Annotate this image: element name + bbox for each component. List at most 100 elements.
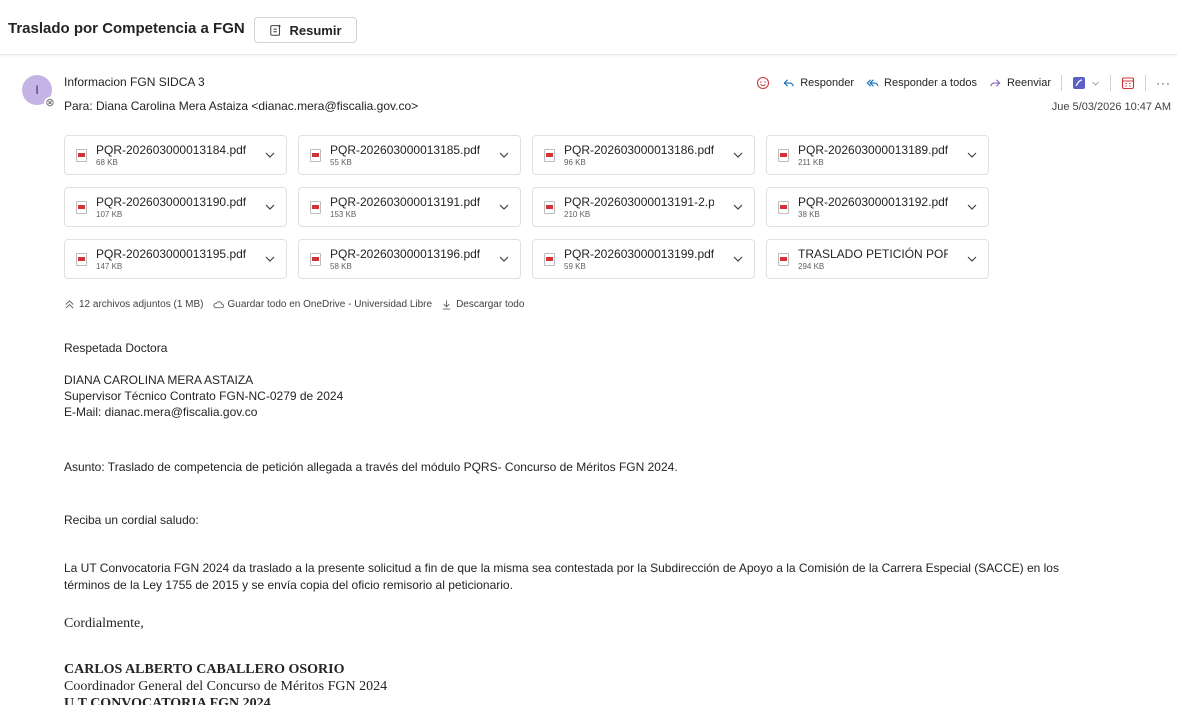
attachment-name: PQR-202603000013195.pdf (96, 247, 246, 261)
chevron-down-icon[interactable] (966, 201, 978, 213)
summarize-label: Resumir (289, 22, 342, 38)
cloud-icon (212, 301, 224, 309)
pdf-file-icon (76, 201, 87, 214)
attachment-name: PQR-202603000013191-2.pdf (564, 195, 714, 209)
pdf-file-icon (778, 253, 789, 266)
chevron-down-icon[interactable] (498, 253, 510, 265)
pdf-file-icon (310, 201, 321, 214)
more-actions-button[interactable]: ··· (1156, 76, 1171, 90)
pdf-file-icon (778, 149, 789, 162)
attachment-size: 55 KB (330, 158, 352, 167)
pdf-file-icon (778, 201, 789, 214)
attachment-size: 38 KB (798, 210, 820, 219)
attachment-name: PQR-202603000013192.pdf (798, 195, 948, 209)
signer-name: CARLOS ALBERTO CABALLERO OSORIO (64, 662, 345, 677)
paragraph-line: términos de la Ley 1755 de 2015 y se env… (64, 578, 513, 592)
chevron-down-icon[interactable] (966, 149, 978, 161)
attachment-card[interactable]: PQR-202603000013195.pdf 147 KB (64, 239, 287, 279)
chevron-down-icon[interactable] (732, 201, 744, 213)
attachments-footer: 12 archivos adjuntos (1 MB) Guardar todo… (64, 299, 533, 310)
pdf-file-icon (310, 149, 321, 162)
signer-org: U.T CONVOCATORIA FGN 2024 (64, 696, 271, 705)
summarize-icon (270, 24, 282, 36)
more-icon: ··· (1156, 76, 1171, 90)
chevron-down-icon[interactable] (264, 253, 276, 265)
download-all-label: Descargar todo (456, 299, 525, 310)
recipient-name: DIANA CAROLINA MERA ASTAIZA (64, 373, 254, 387)
presence-blocked-icon: ⊗ (44, 97, 56, 109)
save-onedrive-label: Guardar todo en OneDrive - Universidad L… (227, 299, 433, 310)
message-datetime: Jue 5/03/2026 10:47 AM (1051, 101, 1171, 113)
attachments-count: 12 archivos adjuntos (1 MB) (79, 299, 204, 310)
calendar-button[interactable] (1121, 76, 1135, 90)
pdf-file-icon (544, 201, 555, 214)
chevron-down-icon[interactable] (732, 149, 744, 161)
attachment-name: PQR-202603000013189.pdf (798, 143, 948, 157)
chevron-down-icon[interactable] (264, 201, 276, 213)
attachment-size: 107 KB (96, 210, 123, 219)
smile-icon (757, 76, 770, 90)
greeting: Respetada Doctora (64, 341, 168, 355)
save-to-onedrive-button[interactable]: Guardar todo en OneDrive - Universidad L… (212, 299, 433, 310)
reply-all-button[interactable]: Responder a todos (866, 77, 977, 90)
attachment-card[interactable]: PQR-202603000013184.pdf 68 KB (64, 135, 287, 175)
recipient-role: Supervisor Técnico Contrato FGN-NC-0279 … (64, 389, 344, 403)
attachment-name: PQR-202603000013196.pdf (330, 247, 480, 261)
chevron-down-icon[interactable] (498, 149, 510, 161)
attachment-card[interactable]: PQR-202603000013186.pdf 96 KB (532, 135, 755, 175)
attachment-size: 58 KB (330, 262, 352, 271)
summarize-button[interactable]: Resumir (254, 17, 357, 43)
attachment-name: PQR-202603000013184.pdf (96, 143, 246, 157)
attachment-card[interactable]: PQR-202603000013191-2.pdf 210 KB (532, 187, 755, 227)
subject-line: Asunto: Traslado de competencia de petic… (64, 460, 678, 474)
attachment-card[interactable]: PQR-202603000013189.pdf 211 KB (766, 135, 989, 175)
acrobat-icon (1073, 77, 1085, 89)
attachment-size: 210 KB (564, 210, 591, 219)
chevron-down-icon[interactable] (966, 253, 978, 265)
closing: Cordialmente, (64, 616, 144, 631)
attachment-name: PQR-202603000013199.pdf (564, 247, 714, 261)
acrobat-button[interactable] (1072, 76, 1086, 90)
sender-name[interactable]: Informacion FGN SIDCA 3 (64, 75, 205, 89)
emoji-reaction-button[interactable] (756, 76, 770, 90)
message-actions: Responder Responder a todos Reenviar ··· (746, 74, 1171, 92)
reply-icon (783, 78, 794, 87)
attachment-size: 59 KB (564, 262, 586, 271)
download-icon (442, 300, 451, 310)
attachment-name: PQR-202603000013190.pdf (96, 195, 246, 209)
attachment-name: TRASLADO PETICIÓN POR C... (798, 247, 948, 261)
attachment-card[interactable]: PQR-202603000013191.pdf 153 KB (298, 187, 521, 227)
paragraph-line: La UT Convocatoria FGN 2024 da traslado … (64, 561, 1059, 575)
attachment-card[interactable]: PQR-202603000013192.pdf 38 KB (766, 187, 989, 227)
attachment-name: PQR-202603000013191.pdf (330, 195, 480, 209)
attachment-card[interactable]: PQR-202603000013185.pdf 55 KB (298, 135, 521, 175)
chevron-down-icon[interactable] (264, 149, 276, 161)
reply-button[interactable]: Responder (782, 77, 854, 90)
pdf-file-icon (544, 253, 555, 266)
attachment-size: 294 KB (798, 262, 825, 271)
attachment-size: 147 KB (96, 262, 123, 271)
signer-title: Coordinador General del Concurso de Méri… (64, 679, 388, 694)
forward-label: Reenviar (1006, 77, 1051, 89)
attachment-size: 96 KB (564, 158, 586, 167)
pdf-file-icon (544, 149, 555, 162)
toolbar-divider (1110, 75, 1111, 91)
attachment-size: 211 KB (798, 158, 824, 167)
download-all-button[interactable]: Descargar todo (441, 299, 524, 310)
forward-button[interactable]: Reenviar (989, 77, 1051, 90)
attachment-size: 68 KB (96, 158, 118, 167)
recipient-line: Para: Diana Carolina Mera Astaiza <diana… (64, 99, 419, 113)
attachment-card[interactable]: PQR-202603000013190.pdf 107 KB (64, 187, 287, 227)
pdf-file-icon (76, 149, 87, 162)
salutation: Reciba un cordial saludo: (64, 513, 199, 527)
chevron-down-icon[interactable] (732, 253, 744, 265)
collapse-attachments-button[interactable]: 12 archivos adjuntos (1 MB) (64, 299, 204, 310)
attachment-card[interactable]: PQR-202603000013196.pdf 58 KB (298, 239, 521, 279)
attachment-name: PQR-202603000013186.pdf (564, 143, 714, 157)
attachment-card[interactable]: PQR-202603000013199.pdf 59 KB (532, 239, 755, 279)
attachment-card[interactable]: TRASLADO PETICIÓN POR C... 294 KB (766, 239, 989, 279)
reply-all-icon (866, 78, 879, 87)
acrobat-dropdown-button[interactable] (1091, 79, 1100, 88)
subject-title: Traslado por Competencia a FGN (8, 20, 245, 37)
chevron-down-icon[interactable] (498, 201, 510, 213)
